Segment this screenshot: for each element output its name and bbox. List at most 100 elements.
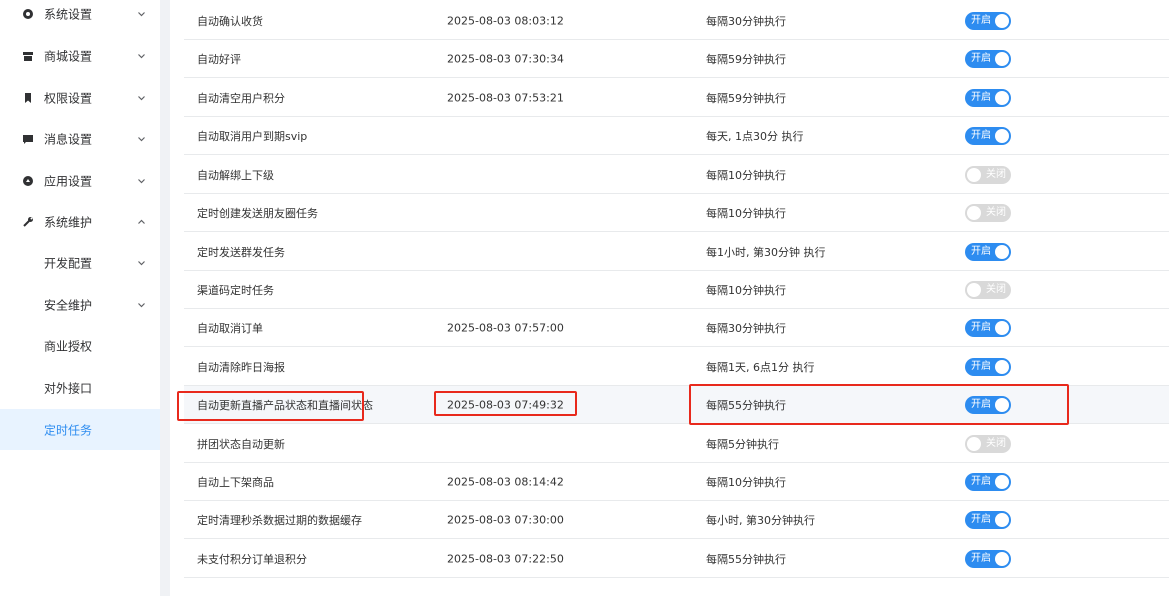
status-toggle[interactable]: 开启 [965, 510, 1011, 529]
submenu-item-dev-config[interactable]: 开发配置 [0, 242, 160, 283]
toggle-label: 开启 [971, 52, 991, 64]
task-last-run: 2025-08-03 07:49:32 [447, 398, 564, 411]
status-toggle[interactable]: 开启 [965, 49, 1011, 68]
status-toggle[interactable]: 开启 [965, 11, 1011, 30]
task-last-run: 2025-08-03 07:30:00 [447, 513, 564, 526]
status-toggle[interactable]: 开启 [965, 88, 1011, 107]
chevron-down-icon [137, 9, 146, 18]
task-name: 定时清理秒杀数据过期的数据缓存 [197, 513, 362, 527]
task-name: 未支付积分订单退积分 [197, 552, 307, 566]
table-row: 渠道码定时任务 每隔10分钟执行 关闭 [184, 271, 1169, 309]
submenu-item-external-api[interactable]: 对外接口 [0, 367, 160, 408]
chevron-up-icon [137, 217, 146, 226]
sidebar-item-permission-settings[interactable]: 权限设置 [0, 77, 160, 118]
task-schedule: 每1小时, 第30分钟 执行 [706, 245, 826, 259]
task-last-run: 2025-08-03 07:22:50 [447, 552, 564, 565]
task-schedule: 每隔5分钟执行 [706, 437, 779, 451]
task-schedule: 每隔10分钟执行 [706, 283, 786, 297]
toggle-label: 开启 [971, 475, 991, 487]
submenu-item-label: 定时任务 [44, 423, 93, 437]
submenu-item-security-maintenance[interactable]: 安全维护 [0, 284, 160, 325]
sidebar-item-label: 权限设置 [44, 91, 93, 105]
sidebar-item-message-settings[interactable]: 消息设置 [0, 118, 160, 159]
main-content: 自动确认收货 2025-08-03 08:03:12 每隔30分钟执行 开启 自… [160, 0, 1169, 596]
table-row: 自动取消用户到期svip 每天, 1点30分 执行 开启 [184, 117, 1169, 155]
status-toggle[interactable]: 开启 [965, 318, 1011, 337]
task-name: 自动清空用户积分 [197, 91, 285, 105]
task-schedule: 每隔59分钟执行 [706, 52, 786, 66]
table-row: 自动清除昨日海报 每隔1天, 6点1分 执行 开启 [184, 348, 1169, 386]
task-name: 自动更新直播产品状态和直播间状态 [197, 398, 373, 412]
table-row: 定时发送群发任务 每1小时, 第30分钟 执行 开启 [184, 233, 1169, 271]
task-schedule: 每小时, 第30分钟执行 [706, 513, 815, 527]
sidebar-item-label: 商城设置 [44, 49, 93, 63]
table-row: 自动确认收货 2025-08-03 08:03:12 每隔30分钟执行 开启 [184, 2, 1169, 40]
task-name: 自动上下架商品 [197, 475, 274, 489]
status-toggle[interactable]: 开启 [965, 357, 1011, 376]
toggle-knob [995, 320, 1009, 335]
task-last-run: 2025-08-03 08:14:42 [447, 475, 564, 488]
toggle-knob [995, 512, 1009, 527]
table-row: 定时清理秒杀数据过期的数据缓存 2025-08-03 07:30:00 每小时,… [184, 501, 1169, 539]
sidebar-item-system-settings[interactable]: 系统设置 [0, 0, 160, 34]
task-last-run: 2025-08-03 07:30:34 [447, 52, 564, 65]
task-schedule: 每隔30分钟执行 [706, 14, 786, 28]
chevron-down-icon [137, 176, 146, 185]
chevron-down-icon [137, 51, 146, 60]
sidebar-item-app-settings[interactable]: 应用设置 [0, 160, 160, 201]
table-row: 自动上下架商品 2025-08-03 08:14:42 每隔10分钟执行 开启 [184, 463, 1169, 501]
status-toggle[interactable]: 关闭 [965, 203, 1011, 222]
app-icon [22, 175, 34, 187]
task-table: 自动确认收货 2025-08-03 08:03:12 每隔30分钟执行 开启 自… [170, 0, 1169, 596]
table-row: 自动清空用户积分 2025-08-03 07:53:21 每隔59分钟执行 开启 [184, 79, 1169, 117]
gear-icon [22, 8, 34, 20]
sidebar-item-label: 系统维护 [44, 215, 93, 229]
toggle-knob [995, 13, 1009, 28]
message-icon [22, 133, 34, 145]
status-toggle[interactable]: 开启 [965, 472, 1011, 491]
task-name: 自动好评 [197, 52, 241, 66]
status-toggle[interactable]: 开启 [965, 126, 1011, 145]
toggle-knob [967, 436, 981, 451]
status-toggle[interactable]: 开启 [965, 395, 1011, 414]
task-name: 渠道码定时任务 [197, 283, 274, 297]
task-name: 自动取消用户到期svip [197, 129, 308, 143]
task-name: 定时发送群发任务 [197, 245, 285, 259]
toggle-label: 开启 [971, 91, 991, 103]
task-schedule: 每隔30分钟执行 [706, 321, 786, 335]
chevron-down-icon [137, 258, 146, 267]
status-toggle[interactable]: 关闭 [965, 434, 1011, 453]
status-toggle[interactable]: 开启 [965, 549, 1011, 568]
submenu-item-business-license[interactable]: 商业授权 [0, 325, 160, 366]
toggle-label: 关闭 [986, 206, 1006, 218]
toggle-knob [995, 474, 1009, 489]
table-row: 自动更新直播产品状态和直播间状态 2025-08-03 07:49:32 每隔5… [184, 386, 1169, 424]
sidebar-item-label: 应用设置 [44, 174, 93, 188]
toggle-label: 关闭 [986, 437, 1006, 449]
wrench-icon [22, 216, 34, 228]
status-toggle[interactable]: 关闭 [965, 165, 1011, 184]
chevron-down-icon [137, 300, 146, 309]
toggle-label: 开启 [971, 245, 991, 257]
table-row: 自动好评 2025-08-03 07:30:34 每隔59分钟执行 开启 [184, 40, 1169, 78]
toggle-label: 开启 [971, 129, 991, 141]
toggle-label: 开启 [971, 321, 991, 333]
sidebar-item-system-maintenance[interactable]: 系统维护 [0, 201, 160, 242]
task-schedule: 每隔55分钟执行 [706, 398, 786, 412]
sidebar: 系统设置 商城设置 权限设置 消息设置 应用设置 系统维护 开发配置 安全维护 … [0, 0, 160, 596]
table-row: 未支付积分订单退积分 2025-08-03 07:22:50 每隔55分钟执行 … [184, 540, 1169, 578]
toggle-knob [967, 205, 981, 220]
chevron-down-icon [137, 134, 146, 143]
task-name: 自动确认收货 [197, 14, 263, 28]
task-schedule: 每天, 1点30分 执行 [706, 129, 804, 143]
submenu-item-scheduled-tasks[interactable]: 定时任务 [0, 409, 160, 450]
toggle-label: 关闭 [986, 168, 1006, 180]
status-toggle[interactable]: 关闭 [965, 280, 1011, 299]
chevron-down-icon [137, 93, 146, 102]
table-row: 拼团状态自动更新 每隔5分钟执行 关闭 [184, 425, 1169, 463]
sidebar-item-store-settings[interactable]: 商城设置 [0, 35, 160, 76]
store-icon [22, 50, 34, 62]
task-schedule: 每隔1天, 6点1分 执行 [706, 360, 815, 374]
status-toggle[interactable]: 开启 [965, 242, 1011, 261]
toggle-knob [995, 359, 1009, 374]
